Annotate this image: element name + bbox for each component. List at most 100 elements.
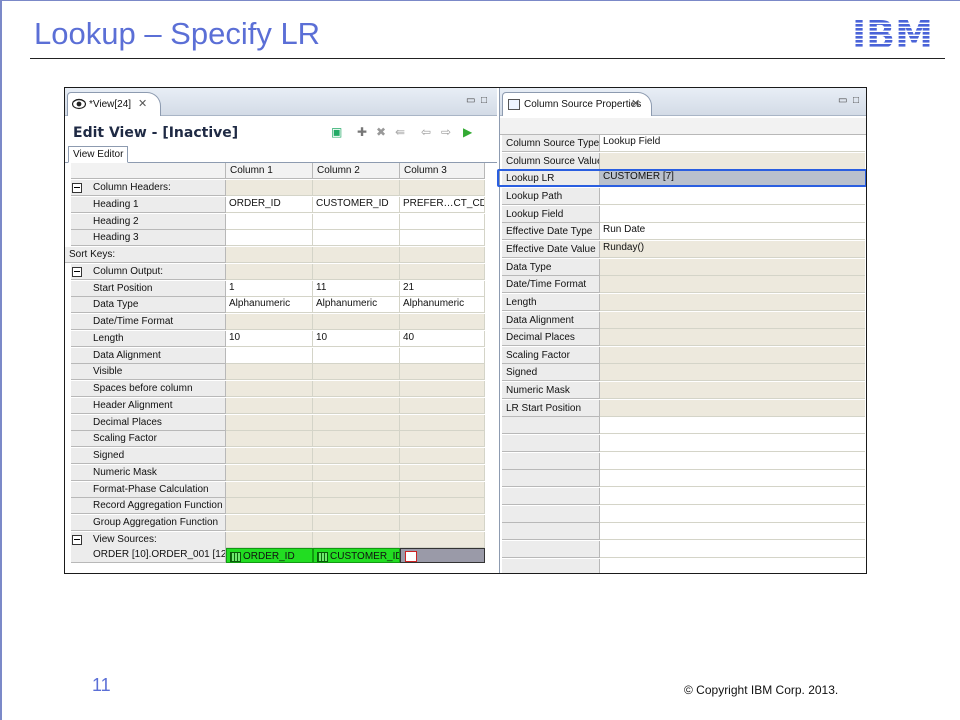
grid-cell[interactable] xyxy=(226,414,313,431)
grid-cell[interactable] xyxy=(313,448,400,464)
grid-cell[interactable] xyxy=(313,397,400,414)
grid-cell[interactable] xyxy=(313,515,400,531)
property-row[interactable]: Signed xyxy=(500,364,866,382)
grid-row[interactable]: Group Aggregation Function xyxy=(65,515,485,532)
grid-cell[interactable] xyxy=(226,531,313,548)
grid-cell[interactable] xyxy=(400,481,485,498)
property-value[interactable] xyxy=(600,382,865,400)
grid-cell[interactable]: Alphanumeric xyxy=(313,297,400,314)
grid-cell[interactable] xyxy=(400,230,485,247)
grid-row[interactable]: Decimal Places xyxy=(65,414,485,432)
view-source-cell-3[interactable] xyxy=(400,548,485,563)
grid-cell[interactable] xyxy=(313,314,400,330)
grid-row[interactable]: Column Output: xyxy=(65,263,485,281)
grid-row[interactable]: Heading 2 xyxy=(65,213,485,231)
grid-row[interactable]: Record Aggregation Function xyxy=(65,498,485,515)
grid-cell[interactable] xyxy=(313,247,400,263)
property-value[interactable] xyxy=(600,205,865,223)
add-column-icon[interactable]: ✚ xyxy=(357,125,367,139)
grid-cell[interactable] xyxy=(313,414,400,431)
grid-cell[interactable] xyxy=(226,448,313,464)
grid-cell[interactable] xyxy=(400,531,485,548)
property-value[interactable] xyxy=(600,399,865,417)
grid-cell[interactable]: 11 xyxy=(313,280,400,297)
grid-cell[interactable] xyxy=(226,230,313,247)
grid-cell[interactable] xyxy=(313,431,400,448)
delete-column-icon[interactable]: ✖ xyxy=(376,125,386,139)
grid-cell[interactable] xyxy=(400,464,485,481)
grid-cell[interactable] xyxy=(313,347,400,364)
grid-cell[interactable]: Alphanumeric xyxy=(400,297,485,314)
property-row[interactable]: Lookup Field xyxy=(500,205,866,224)
grid-row[interactable]: Numeric Mask xyxy=(65,464,485,482)
grid-cell[interactable] xyxy=(313,464,400,481)
grid-row[interactable]: Column Headers: xyxy=(65,180,485,197)
property-row[interactable]: Column Source Value xyxy=(500,152,866,171)
grid-row[interactable]: Date/Time Format xyxy=(65,314,485,331)
grid-cell[interactable] xyxy=(313,230,400,247)
property-row[interactable]: Effective Date Value Runday() xyxy=(500,240,866,259)
view-source-cell-1[interactable]: ORDER_ID xyxy=(226,548,313,563)
grid-cell[interactable] xyxy=(400,364,485,381)
grid-cell[interactable] xyxy=(226,431,313,448)
grid-cell[interactable] xyxy=(400,498,485,515)
grid-cell[interactable] xyxy=(226,247,313,263)
grid-cell[interactable]: 40 xyxy=(400,330,485,347)
grid-row[interactable]: Heading 1 ORDER_ID CUSTOMER_ID PREFER…CT_CD xyxy=(65,196,485,214)
grid-row[interactable]: Length 10 10 40 xyxy=(65,330,485,348)
grid-row[interactable]: Signed xyxy=(65,448,485,465)
grid-cell[interactable] xyxy=(226,347,313,364)
collapse-icon[interactable] xyxy=(72,534,82,545)
grid-row[interactable]: Data Alignment xyxy=(65,347,485,365)
property-value[interactable] xyxy=(600,346,865,364)
tab-column-source-properties[interactable]: Column Source Properties ✕ xyxy=(502,92,652,116)
property-value[interactable] xyxy=(600,311,865,329)
column-header-3[interactable]: Column 3 xyxy=(400,163,485,179)
column-header-1[interactable]: Column 1 xyxy=(226,163,313,179)
grid-cell[interactable] xyxy=(400,448,485,464)
grid-cell[interactable]: 10 xyxy=(226,330,313,347)
grid-cell[interactable] xyxy=(313,481,400,498)
collapse-icon[interactable] xyxy=(72,266,82,277)
property-row[interactable]: Decimal Places xyxy=(500,329,866,347)
grid-cell[interactable] xyxy=(400,247,485,263)
grid-row[interactable]: Visible xyxy=(65,364,485,381)
property-row[interactable]: Numeric Mask xyxy=(500,382,866,400)
grid-cell[interactable]: PREFER…CT_CD xyxy=(400,196,485,213)
tab-view-24[interactable]: *View[24] ✕ xyxy=(67,92,161,116)
property-row[interactable]: Length xyxy=(500,293,866,312)
close-icon[interactable]: ✕ xyxy=(631,97,640,110)
grid-cell[interactable] xyxy=(400,263,485,280)
grid-row[interactable]: Scaling Factor xyxy=(65,431,485,448)
property-row[interactable]: Lookup Path xyxy=(500,187,866,206)
grid-cell[interactable] xyxy=(313,498,400,515)
grid-cell[interactable] xyxy=(400,515,485,531)
grid-cell[interactable] xyxy=(400,213,485,230)
property-value[interactable] xyxy=(600,152,865,170)
grid-cell[interactable]: Alphanumeric xyxy=(226,297,313,314)
grid-cell[interactable] xyxy=(400,414,485,431)
grid-cell[interactable] xyxy=(313,364,400,381)
grid-cell[interactable] xyxy=(226,263,313,280)
tab-view-editor[interactable]: View Editor xyxy=(68,146,129,163)
property-value[interactable]: Lookup Field xyxy=(600,135,865,152)
grid-cell[interactable]: CUSTOMER_ID xyxy=(313,196,400,213)
property-row[interactable]: Data Alignment xyxy=(500,311,866,330)
grid-cell[interactable] xyxy=(400,347,485,364)
grid-cell[interactable] xyxy=(226,515,313,531)
grid-cell[interactable]: 1 xyxy=(226,280,313,297)
grid-cell[interactable]: ORDER_ID xyxy=(226,196,313,213)
property-row[interactable]: Effective Date Type Run Date xyxy=(500,223,866,241)
grid-cell[interactable]: 10 xyxy=(313,330,400,347)
grid-cell[interactable] xyxy=(226,314,313,330)
property-row[interactable]: Date/Time Format xyxy=(500,276,866,294)
property-row[interactable]: Data Type xyxy=(500,258,866,277)
grid-cell[interactable] xyxy=(226,498,313,515)
insert-column-icon[interactable]: ⇚ xyxy=(395,125,405,139)
grid-cell[interactable] xyxy=(226,397,313,414)
grid-cell[interactable] xyxy=(226,213,313,230)
grid-row[interactable]: Spaces before column xyxy=(65,381,485,398)
property-value[interactable]: Runday() xyxy=(600,240,865,258)
grid-cell[interactable] xyxy=(400,314,485,330)
property-row[interactable]: Column Source Type Lookup Field xyxy=(500,135,866,153)
